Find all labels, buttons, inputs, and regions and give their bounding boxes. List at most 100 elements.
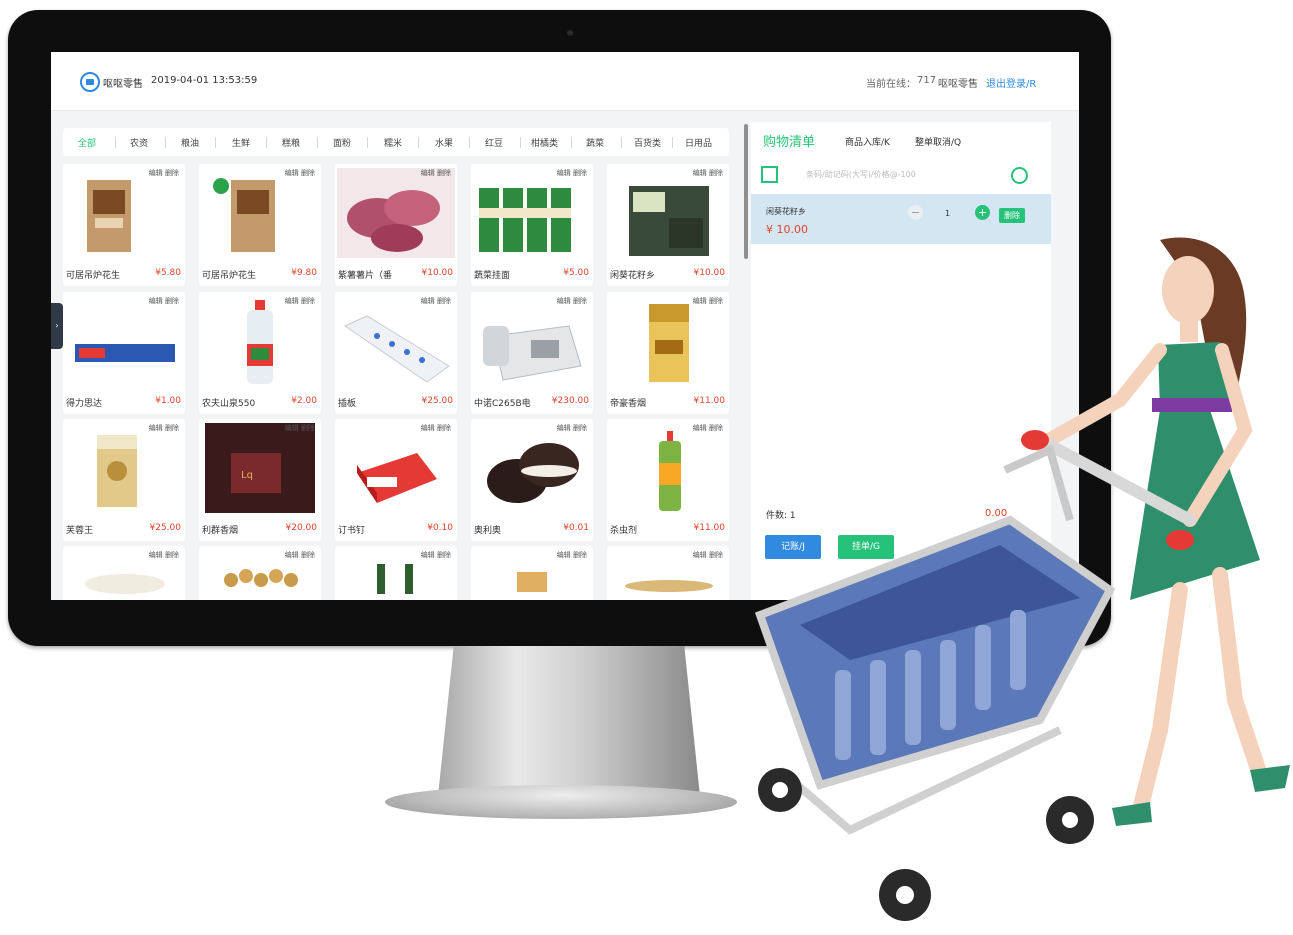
barcode-search-input[interactable]: 条码/助记码(大写)/价格@-100 [806, 169, 916, 180]
category-tab[interactable]: 糕粮 [282, 136, 300, 149]
product-card[interactable]: 编辑 删除 订书钉 ¥0.10 [335, 419, 457, 541]
delete-link[interactable]: 删除 [165, 551, 179, 559]
delete-link[interactable]: 删除 [709, 169, 723, 177]
delete-item-button[interactable]: 删除 [999, 208, 1025, 223]
delete-link[interactable]: 删除 [709, 424, 723, 432]
category-tab[interactable]: 红豆 [485, 136, 503, 149]
search-icon[interactable] [1011, 167, 1028, 184]
current-user: 呕呕零售 [938, 79, 978, 90]
divider [571, 137, 572, 148]
product-card[interactable]: 编辑 删除 中诺C265B电 ¥230.00 [471, 292, 593, 414]
product-card[interactable]: Lq 编辑 删除 利群香烟 ¥20.00 [199, 419, 321, 541]
decrement-button[interactable]: − [908, 205, 923, 220]
product-card[interactable]: 编辑 删除 农夫山泉550 ¥2.00 [199, 292, 321, 414]
product-card[interactable]: 编辑 删除 [335, 546, 457, 600]
product-card[interactable]: 编辑 删除 得力思达 ¥1.00 [63, 292, 185, 414]
category-tab[interactable]: 蔬菜 [586, 136, 604, 149]
delete-link[interactable]: 删除 [301, 169, 315, 177]
category-tab[interactable]: 面粉 [333, 136, 351, 149]
edit-link[interactable]: 编辑 [557, 169, 571, 177]
product-card[interactable]: 编辑 删除 芙蓉王 ¥25.00 [63, 419, 185, 541]
edit-link[interactable]: 编辑 [285, 297, 299, 305]
edit-link[interactable]: 编辑 [557, 424, 571, 432]
product-card[interactable]: 编辑 删除 杀虫剂 ¥11.00 [607, 419, 729, 541]
increment-button[interactable]: + [975, 205, 990, 220]
category-tab[interactable]: 生鲜 [232, 136, 250, 149]
product-card[interactable]: 编辑 删除 [607, 546, 729, 600]
stock-in-tab[interactable]: 商品入库/K [845, 135, 890, 148]
delete-link[interactable]: 删除 [301, 551, 315, 559]
delete-link[interactable]: 删除 [165, 424, 179, 432]
qr-scan-icon[interactable] [761, 166, 778, 183]
edit-link[interactable]: 编辑 [285, 424, 299, 432]
category-tab[interactable]: 糯米 [384, 136, 402, 149]
product-card[interactable]: 编辑 删除 蔬菜挂面 ¥5.00 [471, 164, 593, 286]
delete-link[interactable]: 删除 [709, 297, 723, 305]
card-actions: 编辑 删除 [285, 423, 315, 433]
category-tab[interactable]: 粮油 [181, 136, 199, 149]
delete-link[interactable]: 删除 [165, 297, 179, 305]
edit-link[interactable]: 编辑 [693, 169, 707, 177]
product-card[interactable]: 编辑 删除 [63, 546, 185, 600]
product-image [473, 423, 591, 513]
cart-title: 购物清单 [763, 135, 816, 150]
edit-link[interactable]: 编辑 [557, 551, 571, 559]
product-card[interactable]: 编辑 删除 奥利奥 ¥0.01 [471, 419, 593, 541]
edit-link[interactable]: 编辑 [421, 297, 435, 305]
product-price: ¥0.10 [427, 523, 453, 533]
delete-link[interactable]: 删除 [573, 297, 587, 305]
delete-link[interactable]: 删除 [437, 424, 451, 432]
delete-link[interactable]: 删除 [573, 169, 587, 177]
card-actions: 编辑 删除 [693, 168, 723, 178]
edit-link[interactable]: 编辑 [421, 424, 435, 432]
product-card[interactable]: 编辑 删除 闲葵花籽乡 ¥10.00 [607, 164, 729, 286]
cancel-order-tab[interactable]: 整单取消/Q [915, 135, 961, 148]
product-card[interactable]: 编辑 删除 紫薯薯片（番 ¥10.00 [335, 164, 457, 286]
product-card[interactable]: 编辑 删除 [471, 546, 593, 600]
edit-link[interactable]: 编辑 [149, 551, 163, 559]
product-price: ¥230.00 [551, 396, 589, 406]
delete-link[interactable]: 删除 [437, 297, 451, 305]
category-tab[interactable]: 水果 [435, 136, 453, 149]
card-actions: 编辑 删除 [557, 296, 587, 306]
edit-link[interactable]: 编辑 [285, 169, 299, 177]
collapse-handle-icon[interactable]: › [51, 303, 63, 349]
product-card[interactable]: 编辑 删除 可居吊炉花生 ¥9.80 [199, 164, 321, 286]
current-datetime: 2019-04-01 13:53:59 [151, 75, 258, 86]
edit-link[interactable]: 编辑 [285, 551, 299, 559]
delete-link[interactable]: 删除 [301, 424, 315, 432]
category-tab[interactable]: 日用品 [685, 136, 712, 149]
product-card[interactable]: 编辑 删除 插板 ¥25.00 [335, 292, 457, 414]
card-actions: 编辑 删除 [421, 296, 451, 306]
edit-link[interactable]: 编辑 [421, 169, 435, 177]
delete-link[interactable]: 删除 [437, 169, 451, 177]
edit-link[interactable]: 编辑 [693, 424, 707, 432]
delete-link[interactable]: 删除 [301, 297, 315, 305]
svg-text:Lq: Lq [241, 470, 253, 481]
edit-link[interactable]: 编辑 [693, 551, 707, 559]
product-card[interactable]: 编辑 删除 [199, 546, 321, 600]
edit-link[interactable]: 编辑 [693, 297, 707, 305]
product-card[interactable]: 编辑 删除 帝豪香烟 ¥11.00 [607, 292, 729, 414]
delete-link[interactable]: 删除 [437, 551, 451, 559]
online-count: 717 [917, 75, 937, 86]
logout-link[interactable]: 退出登录/R [986, 75, 1036, 90]
divider [115, 137, 116, 148]
edit-link[interactable]: 编辑 [149, 169, 163, 177]
delete-link[interactable]: 删除 [709, 551, 723, 559]
cart-item-qty[interactable]: 1 [945, 209, 950, 218]
category-tab[interactable]: 百货类 [634, 136, 661, 149]
edit-link[interactable]: 编辑 [557, 297, 571, 305]
product-name: 插板 [338, 399, 357, 409]
product-card[interactable]: 编辑 删除 可居吊炉花生 ¥5.80 [63, 164, 185, 286]
delete-link[interactable]: 删除 [165, 169, 179, 177]
edit-link[interactable]: 编辑 [149, 297, 163, 305]
product-name: 利群香烟 [202, 526, 239, 536]
category-tab-all[interactable]: 全部 [78, 136, 96, 149]
edit-link[interactable]: 编辑 [149, 424, 163, 432]
delete-link[interactable]: 删除 [573, 424, 587, 432]
edit-link[interactable]: 编辑 [421, 551, 435, 559]
delete-link[interactable]: 删除 [573, 551, 587, 559]
category-tab[interactable]: 柑橘类 [531, 136, 558, 149]
category-tab[interactable]: 农资 [130, 136, 148, 149]
